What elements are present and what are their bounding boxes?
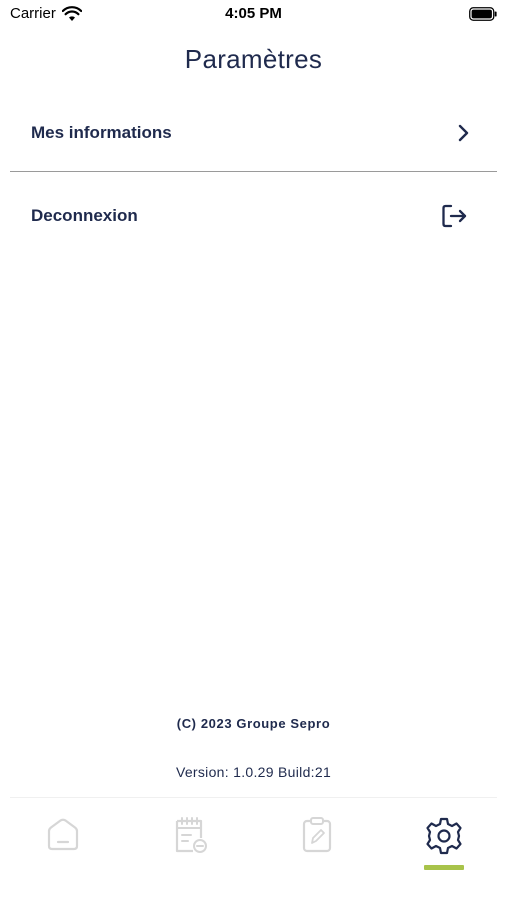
tab-clipboard[interactable] [254, 798, 381, 900]
tab-calendar[interactable] [127, 798, 254, 900]
version-text: Version: 1.0.29 Build:21 [175, 764, 332, 780]
battery-icon [469, 7, 497, 21]
menu-item-label: Mes informations [31, 123, 172, 142]
tab-home[interactable] [0, 798, 127, 900]
settings-screen: Carrier 4:05 PM Paramètres Mes informati… [0, 0, 507, 900]
menu-item-deconnexion[interactable]: Deconnexion [10, 186, 497, 246]
active-tab-indicator [423, 865, 464, 870]
tab-settings[interactable] [380, 798, 507, 900]
copyright-text: (C) 2023 Groupe Sepro [176, 716, 331, 731]
settings-gear-icon [426, 817, 462, 855]
status-bar: Carrier 4:05 PM [0, 0, 507, 28]
clipboard-icon [302, 817, 331, 853]
logout-icon [442, 204, 467, 228]
home-icon [48, 818, 79, 851]
row-divider [10, 171, 497, 172]
clock: 4:05 PM [225, 5, 282, 22]
calendar-icon [176, 817, 208, 853]
page-title: Paramètres [184, 44, 323, 74]
tab-bar [0, 798, 507, 900]
menu-item-mes-informations[interactable]: Mes informations [10, 103, 497, 163]
menu-item-label: Deconnexion [31, 206, 138, 225]
chevron-right-icon [458, 124, 469, 142]
